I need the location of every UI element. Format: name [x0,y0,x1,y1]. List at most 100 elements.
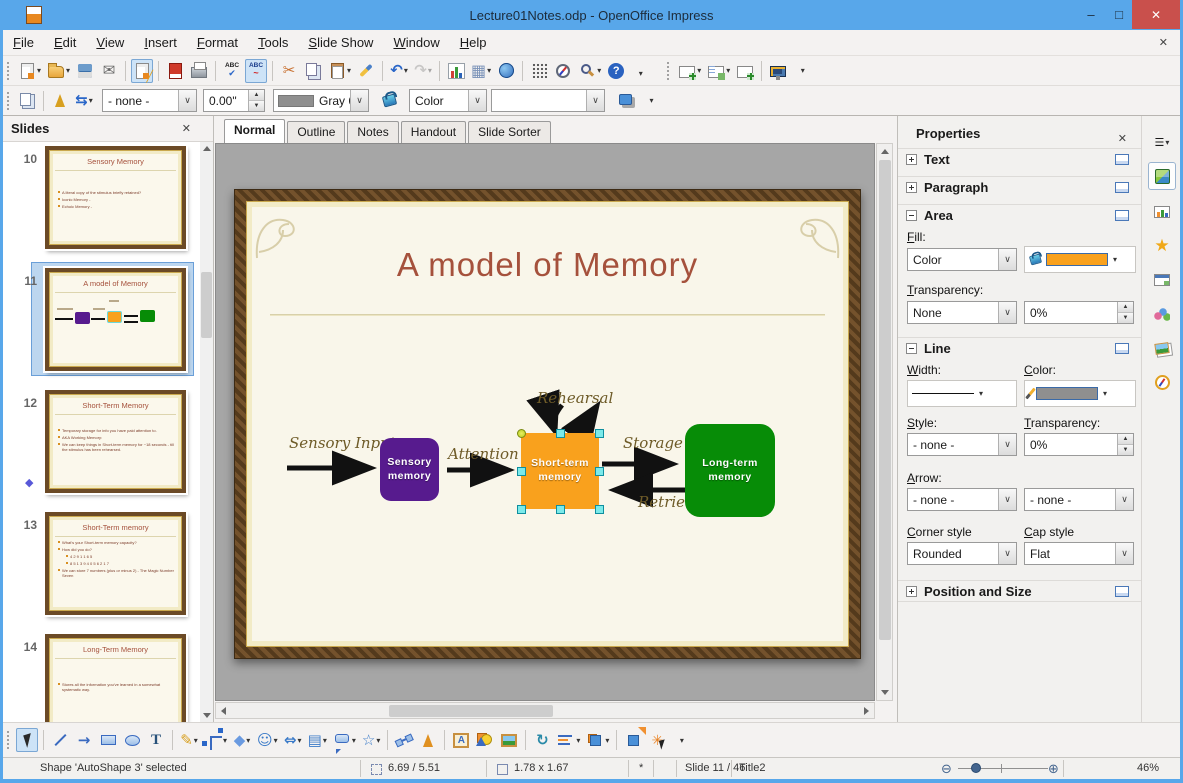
tab-normal[interactable]: Normal [224,119,286,143]
document-close-icon[interactable]: ✕ [1159,36,1168,49]
sidebar-tab-photos[interactable] [1148,334,1176,362]
arrange-button[interactable]: ▾ [584,728,611,752]
format-paintbrush-button[interactable] [355,59,377,83]
menu-insert[interactable]: Insert [134,31,187,54]
menu-window[interactable]: Window [383,31,449,54]
tab-slide-sorter[interactable]: Slide Sorter [468,121,551,143]
insert-picture-button[interactable] [498,728,520,752]
tab-handout[interactable]: Handout [400,121,467,143]
menu-tools[interactable]: Tools [248,31,298,54]
connector-tool-button[interactable]: ▾ [202,728,229,752]
hyperlink-button[interactable] [495,59,517,83]
toolbar-grip[interactable] [6,730,11,750]
slide-thumbnail-11[interactable]: A model of Memory [45,268,186,371]
edit-points-button[interactable] [393,728,415,752]
arrow-end-select[interactable]: - none - ∨ [1024,488,1134,511]
sidebar-tab-master-pages[interactable] [1148,266,1176,294]
callouts-button[interactable]: ▾ [331,728,358,752]
toolbar-grip[interactable] [6,60,11,81]
editor-vertical-scrollbar[interactable] [876,143,893,701]
long-term-memory-box[interactable]: Long-term memory [685,424,775,517]
copy-button[interactable] [302,59,324,83]
slide-layout-button[interactable]: ▾ [705,59,732,83]
dialog-launcher-icon[interactable] [1115,585,1129,597]
section-area[interactable]: Area [898,204,1141,226]
zoom-slider-thumb[interactable] [971,763,981,773]
insert-shapes-button[interactable] [474,728,496,752]
slide-thumbnail-10[interactable]: Sensory Memory A literal copy of the sti… [45,146,186,249]
save-button[interactable] [74,59,96,83]
slide-title[interactable]: A model of Memory [247,246,848,284]
close-button[interactable]: ✕ [1132,0,1180,29]
zoom-button[interactable]: ▾ [576,59,603,83]
minimize-button[interactable]: – [1078,0,1104,29]
select-tool-button[interactable] [16,728,38,752]
transparency-type-select[interactable]: None ∨ [907,301,1017,324]
stars-button[interactable]: ☆ ▾ [360,728,382,752]
selection-handle[interactable] [517,467,526,476]
sensory-memory-box[interactable]: Sensory memory [380,438,439,501]
rotate-button[interactable]: ↻ [531,728,553,752]
line-dialog-button[interactable] [49,89,71,113]
menu-format[interactable]: Format [187,31,248,54]
selection-handle[interactable] [595,429,604,438]
new-slide-button[interactable]: ▾ [676,59,703,83]
sidebar-tab-custom-animation[interactable]: ★ [1148,232,1176,260]
sidebar-settings-button[interactable]: ☰ ▾ [1148,128,1176,156]
menu-slideshow[interactable]: Slide Show [298,31,383,54]
slide-thumbnail-14[interactable]: Long-Term Memory Stores all the informat… [45,634,186,722]
menu-edit[interactable]: Edit [44,31,86,54]
block-arrows-button[interactable]: ⇔ ▾ [282,728,304,752]
selection-handle[interactable] [595,505,604,514]
slide-thumbnail-12[interactable]: Short-Term Memory Temporary storage for … [45,390,186,493]
zoom-out-icon[interactable]: ⊖ [941,761,952,777]
status-layout-name[interactable]: Title2 [739,762,766,774]
sidebar-tab-slide-transition[interactable] [1148,198,1176,226]
new-document-button[interactable]: ▾ [16,59,43,83]
area-dialog-button[interactable] [378,89,400,113]
undo-button[interactable]: ↶ ▾ [388,59,410,83]
line-transparency-stepper[interactable]: 0% ▲ ▼ [1024,433,1134,456]
toolbar-overflow-button[interactable]: ▾ [791,59,813,83]
toolbar-overflow-button[interactable]: ▾ [670,728,692,752]
flowchart-button[interactable]: ▤ ▾ [306,728,329,752]
paste-button[interactable]: ▾ [326,59,353,83]
label-attention[interactable]: Attention [448,445,519,463]
corner-style-select[interactable]: Rounded ∨ [907,542,1017,565]
cap-style-select[interactable]: Flat ∨ [1024,542,1134,565]
help-button[interactable]: ? [605,59,627,83]
sidebar-tab-gallery[interactable] [1148,300,1176,328]
dialog-launcher-icon[interactable] [1115,210,1129,221]
selection-handle[interactable] [595,467,604,476]
slides-panel-close-icon[interactable]: ✕ [182,122,191,135]
open-button[interactable]: ▾ [45,59,72,83]
rectangle-tool-button[interactable] [97,728,119,752]
text-tool-button[interactable]: T [145,728,167,752]
adjust-handle[interactable] [517,429,526,438]
dialog-launcher-icon[interactable] [1115,182,1129,193]
line-width-stepper[interactable]: 0.00" ▲ ▼ [203,89,265,112]
navigator-button[interactable] [552,59,574,83]
tab-notes[interactable]: Notes [347,121,399,143]
spellcheck-button[interactable]: ABC ✔ [221,59,243,83]
insert-table-button[interactable]: ▦ ▾ [469,59,493,83]
label-storage[interactable]: Storage [623,434,683,452]
section-paragraph[interactable]: Paragraph [898,176,1141,198]
arrow-tool-button[interactable]: → [73,728,95,752]
slide-thumbnail-13[interactable]: Short-Term memory What's your Short-term… [45,512,186,615]
ellipse-tool-button[interactable] [121,728,143,752]
shadow-toggle-button[interactable] [616,89,638,113]
toolbar-grip[interactable] [6,90,11,111]
redo-button[interactable]: ↷ ▾ [412,59,434,83]
section-position-size[interactable]: Position and Size [898,580,1141,602]
selection-handle[interactable] [517,505,526,514]
arrow-start-select[interactable]: - none - ∨ [907,488,1017,511]
extrusion-toggle-button[interactable] [622,728,644,752]
cut-button[interactable]: ✂ [278,59,300,83]
slide-workspace[interactable]: A model of Memory Sensory Input Attentio… [215,143,875,701]
display-grid-button[interactable] [528,59,550,83]
fill-color-button[interactable]: ▾ [1024,246,1136,273]
print-button[interactable] [188,59,210,83]
section-line[interactable]: Line [898,337,1141,359]
maximize-button[interactable]: □ [1106,0,1132,29]
